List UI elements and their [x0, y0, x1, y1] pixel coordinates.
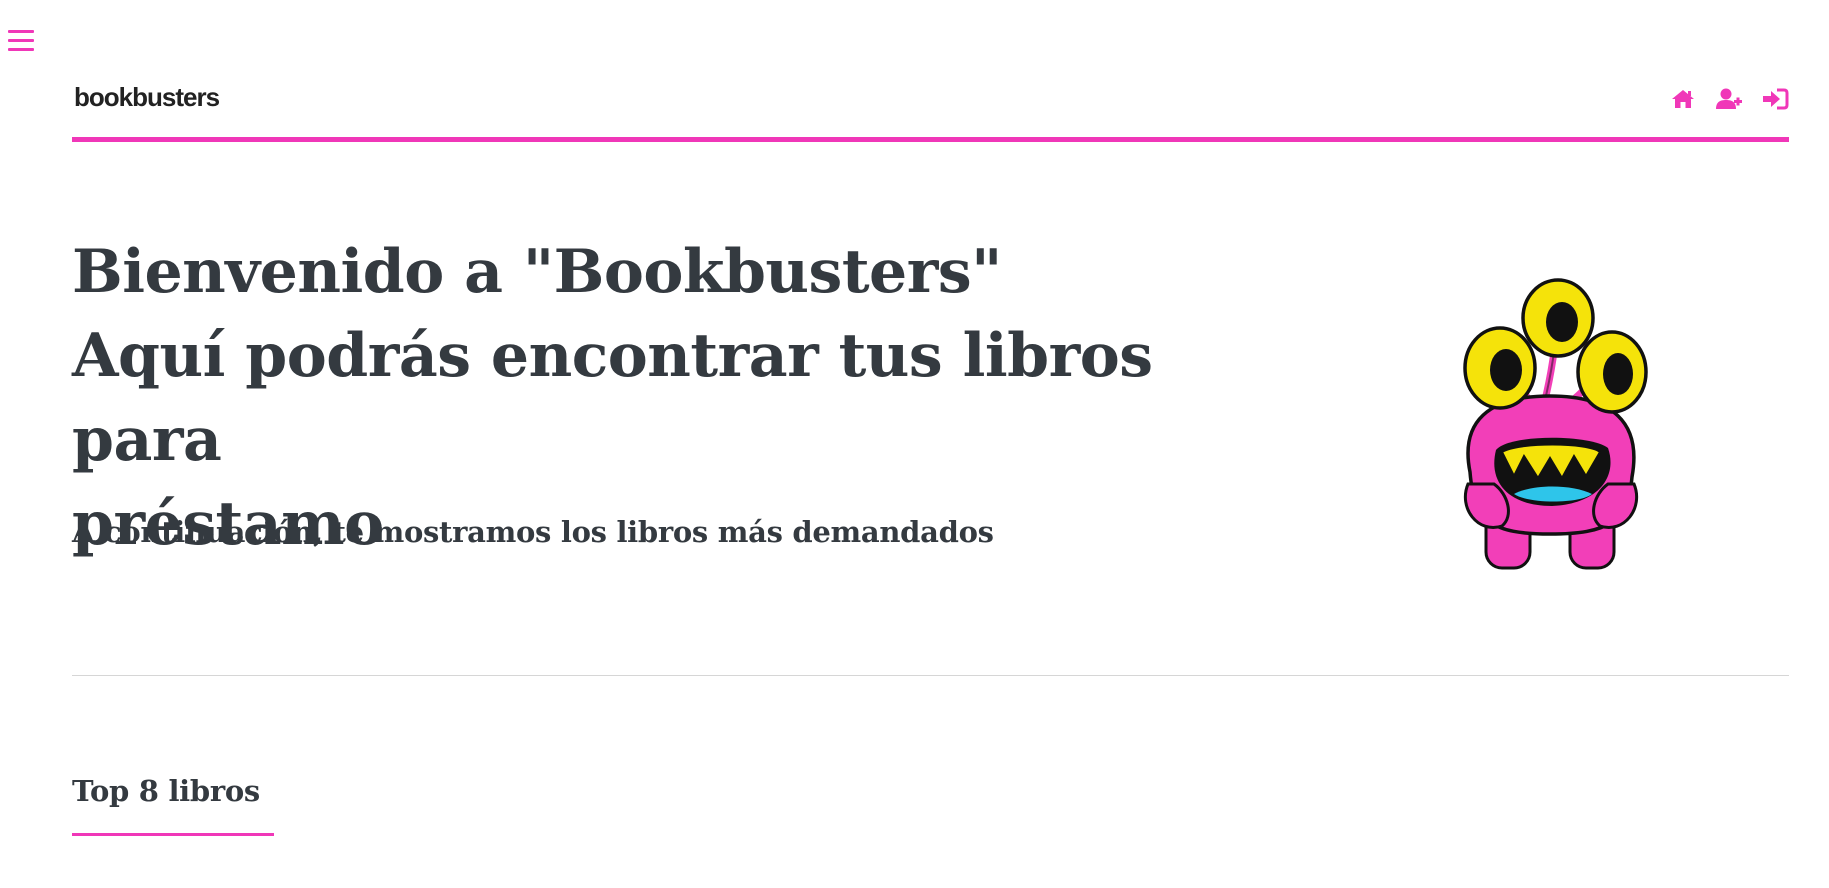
nav-icons	[1669, 86, 1789, 112]
brand-logo[interactable]: bookbusters	[74, 82, 220, 113]
navbar: bookbusters	[72, 72, 1789, 142]
hero-subtitle: A continuación, te mostramos los libros …	[72, 515, 994, 549]
top-books-heading: Top 8 libros	[72, 774, 260, 808]
hero-title-line-2: Aquí podrás encontrar tus libros para	[72, 321, 1153, 475]
user-plus-icon[interactable]	[1715, 87, 1743, 111]
home-icon[interactable]	[1669, 87, 1697, 111]
heading-underline	[72, 833, 274, 836]
section-divider	[72, 675, 1789, 676]
hamburger-menu-icon[interactable]	[8, 30, 34, 52]
monster-mascot-image	[1463, 278, 1648, 570]
hero-title-line-1: Bienvenido a "Bookbusters"	[72, 237, 1002, 307]
sign-in-icon[interactable]	[1761, 87, 1789, 111]
